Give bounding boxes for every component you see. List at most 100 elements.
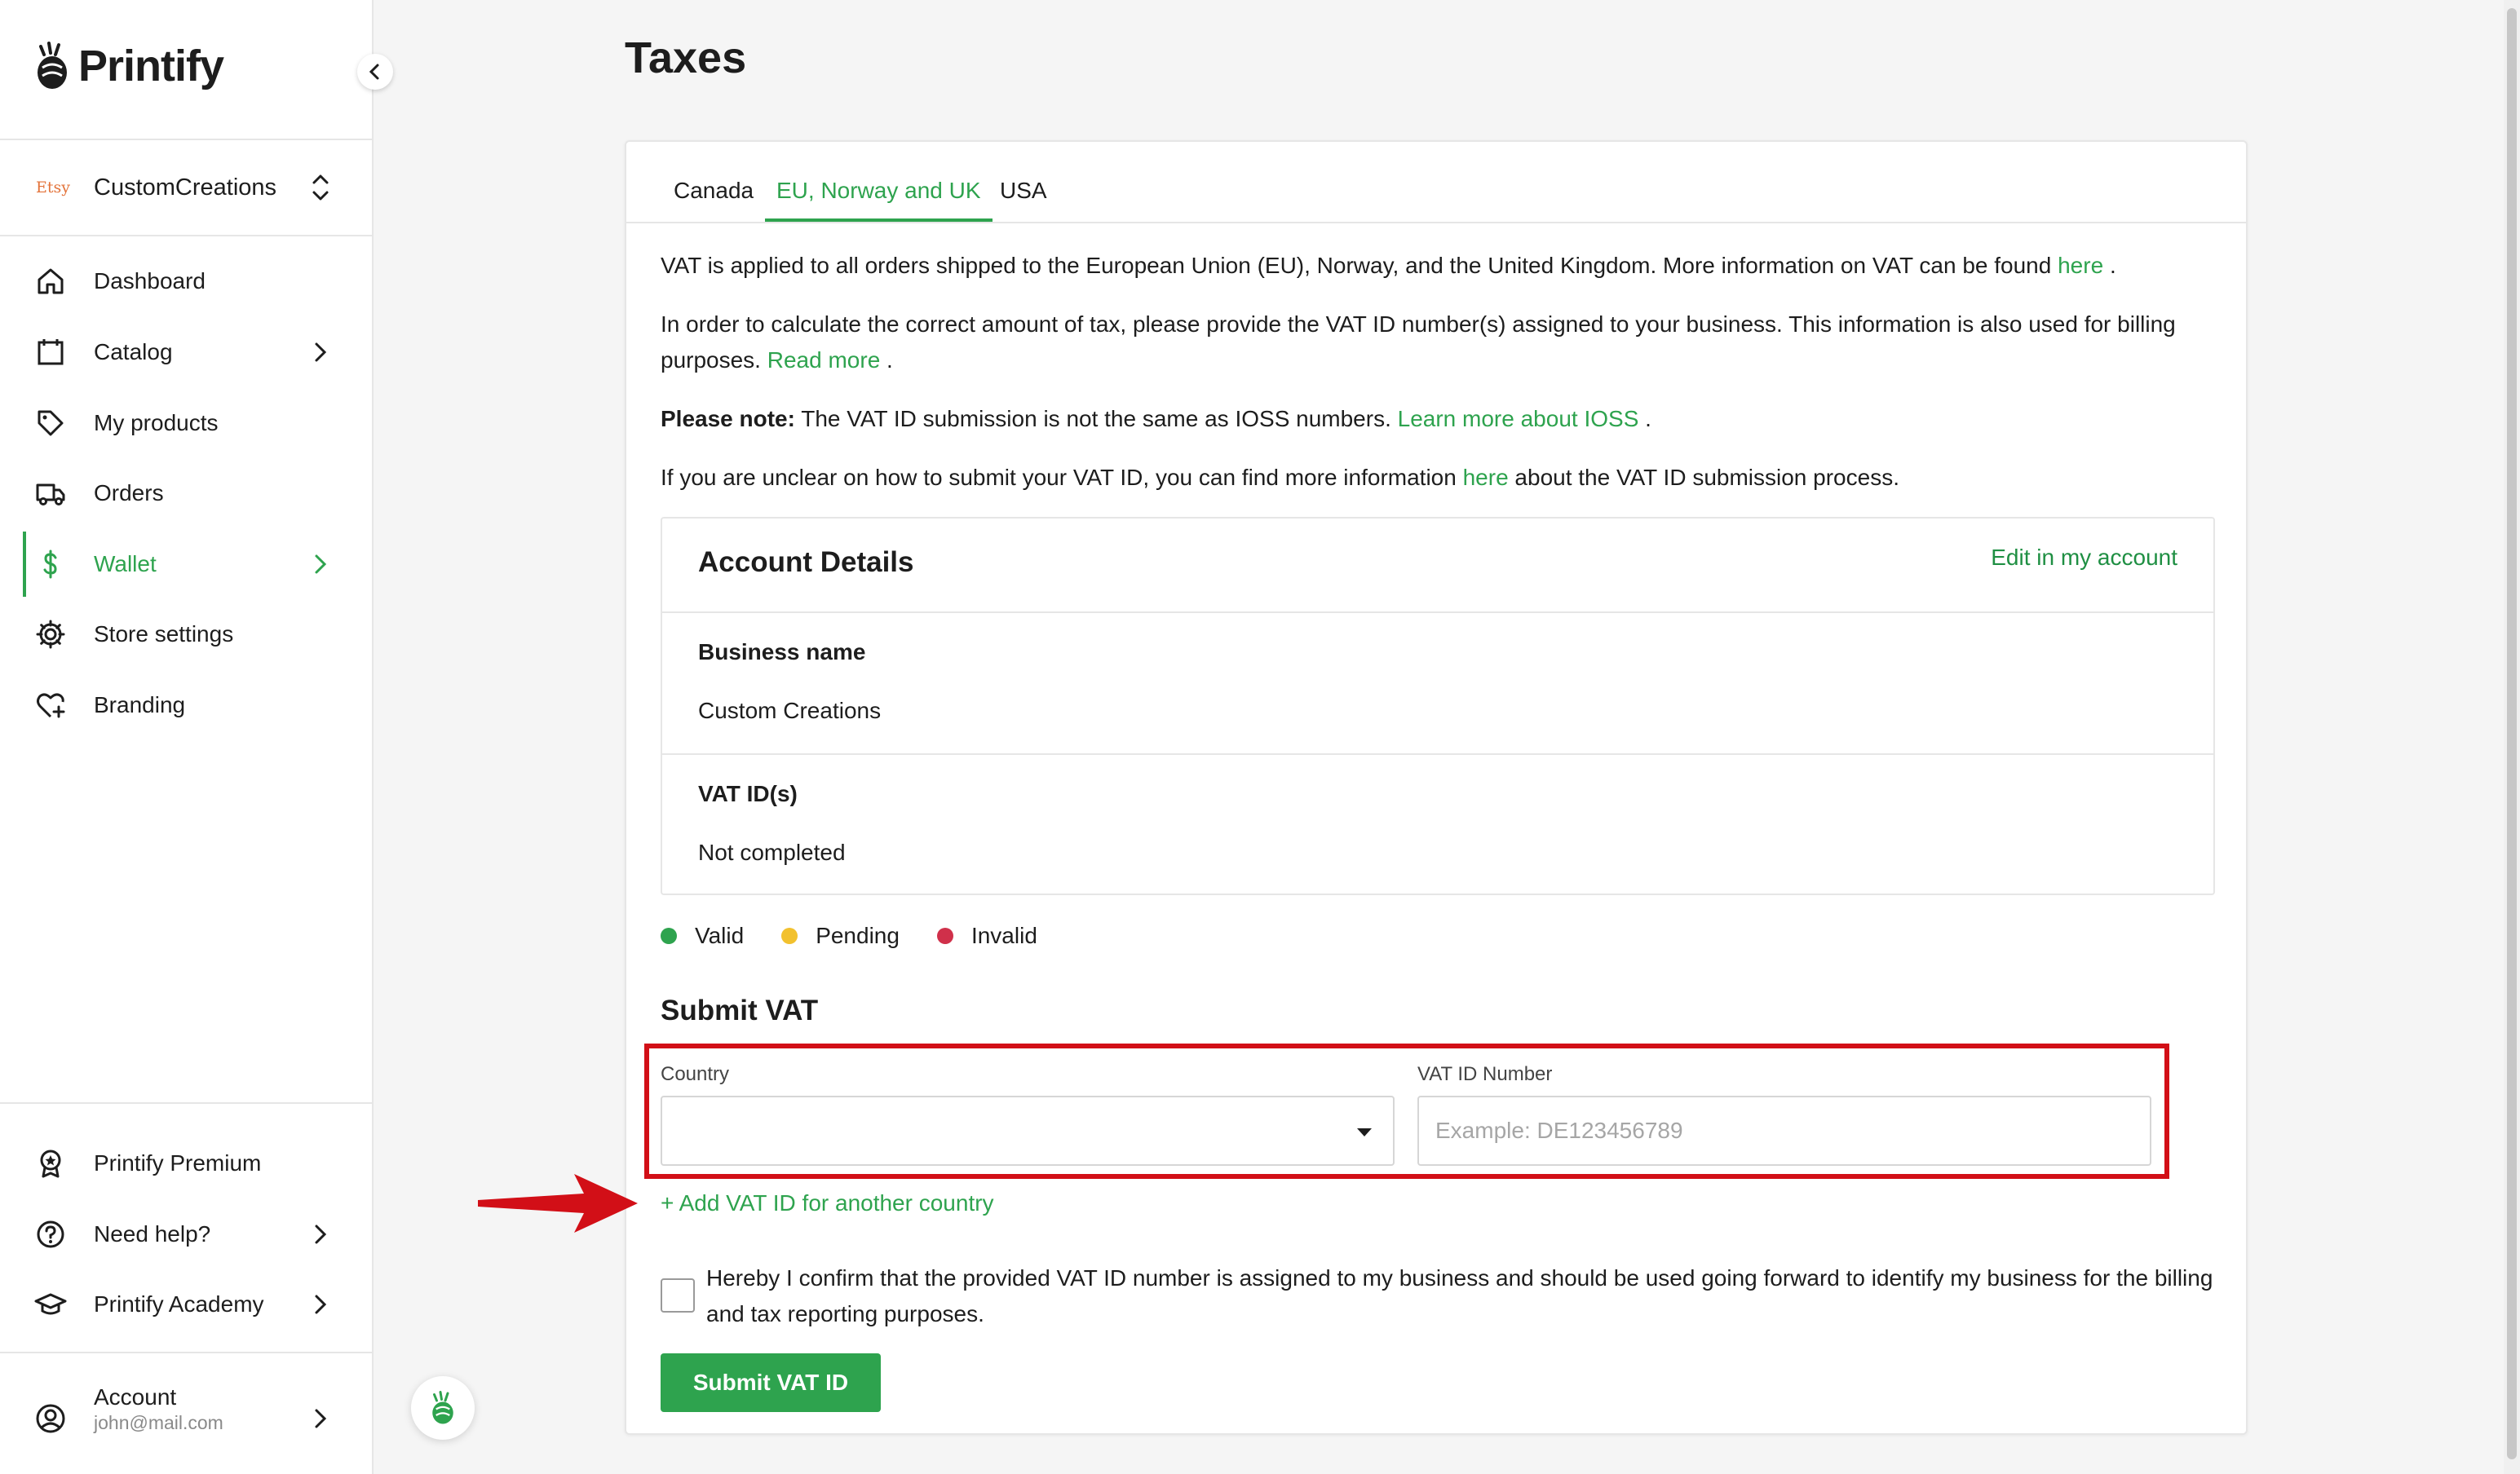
printify-logo[interactable]: Printify: [34, 41, 224, 91]
legend-label: Valid: [695, 923, 745, 948]
status-dot-icon: [936, 928, 953, 944]
submission-help-paragraph: If you are unclear on how to submit your…: [661, 460, 2210, 496]
vat-info-text: VAT is applied to all orders shipped to …: [661, 253, 2052, 278]
vat-ids-value: Not completed: [698, 840, 846, 865]
status-dot-icon: [781, 928, 798, 944]
legend-invalid: Invalid: [936, 923, 1037, 949]
account-details-box: Account Details Edit in my account Busin…: [661, 517, 2215, 895]
brand-name: Printify: [78, 42, 224, 90]
chevron-right-icon: [315, 554, 327, 574]
user-circle-icon: [36, 1404, 65, 1433]
sidebar-divider: [0, 139, 374, 140]
sidebar-item-label: Need help?: [94, 1221, 211, 1247]
sidebar: Printify Etsy CustomCreations Dashboard …: [0, 0, 374, 1474]
sidebar-item-label: Printify Premium: [94, 1150, 262, 1176]
account-details-title: Account Details: [698, 546, 914, 578]
submission-help-end: about the VAT ID submission process.: [1514, 465, 1899, 490]
sidebar-item-help[interactable]: Need help?: [0, 1202, 374, 1267]
tab-eu-norway-uk[interactable]: EU, Norway and UK: [765, 178, 993, 222]
sidebar-item-label: Dashboard: [94, 268, 206, 293]
home-icon: [38, 268, 64, 294]
punctuation: .: [2109, 253, 2116, 278]
sidebar-item-orders[interactable]: Orders: [0, 461, 374, 526]
confirm-text: Hereby I confirm that the provided VAT I…: [706, 1265, 2213, 1326]
caret-down-icon: [1357, 1128, 1372, 1136]
taxes-card: Canada EU, Norway and UK USA VAT is appl…: [625, 140, 2248, 1435]
vat-number-label: VAT ID Number: [1417, 1063, 1553, 1085]
annotation-arrow-icon: [478, 1174, 638, 1233]
chevron-up-down-icon: [312, 174, 329, 201]
printify-logo-icon: [38, 42, 67, 89]
note-label: Please note:: [661, 406, 795, 431]
store-name: CustomCreations: [94, 174, 277, 201]
legend-valid: Valid: [661, 923, 744, 949]
dollar-icon: [43, 549, 57, 579]
vat-ids-label: VAT ID(s): [698, 781, 798, 806]
chat-bubble-button[interactable]: [411, 1376, 475, 1440]
account-email: john@mail.com: [94, 1412, 223, 1433]
sidebar-item-label: Store settings: [94, 621, 234, 647]
sidebar-item-label: Orders: [94, 480, 164, 505]
sidebar-item-label: Printify Academy: [94, 1291, 264, 1317]
read-more-link[interactable]: Read more: [767, 347, 881, 373]
sidebar-item-store-settings[interactable]: Store settings: [0, 602, 374, 667]
ioss-note-paragraph: Please note: The VAT ID submission is no…: [661, 401, 2210, 437]
vat-info-link[interactable]: here: [2058, 253, 2103, 278]
ioss-note-text: The VAT ID submission is not the same as…: [801, 406, 1391, 431]
sidebar-divider: [0, 1352, 374, 1353]
premium-badge-icon: [40, 1150, 61, 1178]
sidebar-item-catalog[interactable]: Catalog: [0, 320, 374, 385]
submit-vat-button[interactable]: Submit VAT ID: [661, 1353, 881, 1412]
heart-plus-icon: [37, 693, 65, 718]
page-title: Taxes: [625, 33, 747, 82]
sidebar-divider: [0, 1102, 374, 1104]
vat-status-legend: Valid Pending Invalid: [661, 923, 1075, 949]
collapse-sidebar-button[interactable]: [357, 54, 393, 90]
sidebar-item-dashboard[interactable]: Dashboard: [0, 249, 374, 314]
active-indicator: [23, 532, 26, 597]
chevron-right-icon: [315, 1225, 327, 1244]
submission-help-link[interactable]: here: [1463, 465, 1509, 490]
sidebar-item-my-products[interactable]: My products: [0, 391, 374, 456]
learn-ioss-link[interactable]: Learn more about IOSS: [1398, 406, 1639, 431]
store-switcher[interactable]: Etsy CustomCreations: [0, 155, 374, 220]
chevron-right-icon: [315, 342, 327, 362]
punctuation: .: [1645, 406, 1651, 431]
edit-account-link[interactable]: Edit in my account: [1991, 545, 2177, 571]
chevron-right-icon: [315, 1295, 327, 1314]
divider: [662, 753, 2213, 755]
sidebar-item-academy[interactable]: Printify Academy: [0, 1272, 374, 1337]
sidebar-divider: [0, 235, 374, 236]
graduation-cap-icon: [34, 1293, 67, 1315]
divider: [662, 611, 2213, 613]
country-label: Country: [661, 1063, 730, 1085]
printify-mascot-icon: [432, 1391, 453, 1424]
sidebar-item-branding[interactable]: Branding: [0, 673, 374, 738]
sidebar-item-label: My products: [94, 410, 219, 435]
truck-icon: [36, 483, 65, 505]
catalog-icon: [38, 339, 64, 365]
sidebar-item-label: Catalog: [94, 339, 173, 364]
gear-icon: [36, 620, 65, 649]
sidebar-item-account[interactable]: Account john@mail.com: [0, 1378, 374, 1459]
submit-vat-title: Submit VAT: [661, 995, 819, 1026]
tab-usa[interactable]: USA: [1000, 178, 1047, 218]
tax-region-tabs: Canada EU, Norway and UK USA: [626, 142, 2246, 223]
add-vat-country-link[interactable]: + Add VAT ID for another country: [661, 1190, 994, 1216]
sidebar-item-wallet[interactable]: Wallet: [0, 532, 374, 597]
country-select[interactable]: [661, 1096, 1395, 1166]
tag-icon: [38, 410, 64, 436]
tab-canada[interactable]: Canada: [674, 178, 754, 218]
legend-pending: Pending: [781, 923, 900, 949]
help-icon: [37, 1220, 64, 1248]
vat-number-input[interactable]: [1417, 1096, 2151, 1166]
vat-id-paragraph: In order to calculate the correct amount…: [661, 307, 2194, 378]
account-label: Account: [94, 1384, 177, 1410]
chevron-left-icon: [369, 64, 379, 80]
confirm-checkbox[interactable]: [661, 1278, 695, 1313]
etsy-logo: Etsy: [36, 179, 70, 196]
business-name-label: Business name: [698, 639, 866, 664]
business-name-value: Custom Creations: [698, 698, 882, 723]
scrollbar-thumb[interactable]: [2507, 8, 2517, 1459]
sidebar-item-premium[interactable]: Printify Premium: [0, 1131, 374, 1196]
